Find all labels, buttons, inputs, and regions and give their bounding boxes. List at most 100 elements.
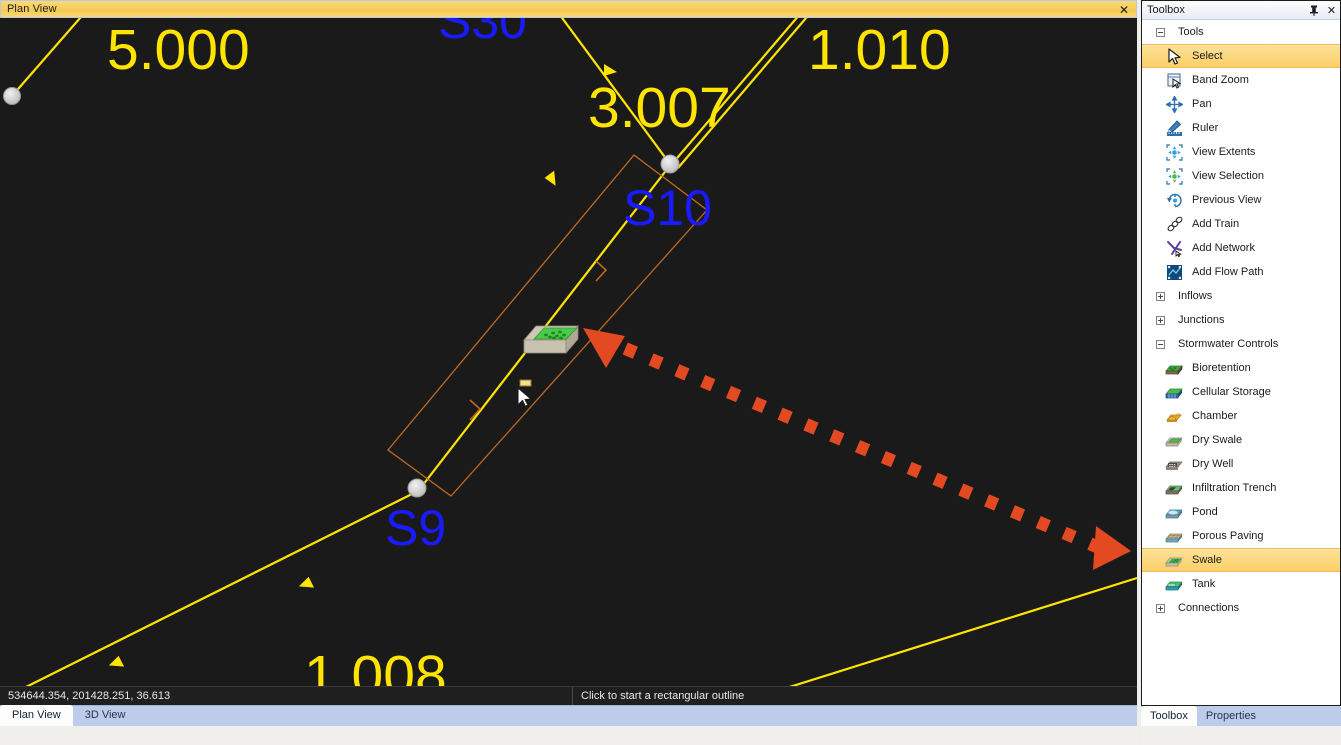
toolbox-tree[interactable]: Tools Select Band Zoom Pan Ruler View Ex… [1142, 20, 1340, 705]
tool-item-view-extents[interactable]: View Extents [1142, 140, 1340, 164]
ruler-icon [1164, 118, 1184, 138]
coordinates-readout: 534644.354, 201428.251, 36.613 [0, 687, 573, 706]
toolbox-panel: Toolbox ✕ Tools Select Band Zoom Pan Rul… [1141, 0, 1341, 706]
flow-direction-arrows [108, 64, 617, 667]
tool-label: Band Zoom [1192, 74, 1249, 86]
tree-group-label: Stormwater Controls [1178, 338, 1279, 350]
toolbox-filler [1141, 726, 1341, 745]
tool-label: Cellular Storage [1192, 386, 1271, 398]
pond-icon [1164, 502, 1184, 522]
chamber-icon [1164, 406, 1184, 426]
close-icon[interactable]: ✕ [1116, 2, 1132, 17]
tool-item-porous-paving[interactable]: Porous Paving [1142, 524, 1340, 548]
tab-properties[interactable]: Properties [1197, 706, 1265, 726]
tool-label: Dry Well [1192, 458, 1234, 470]
toolbox-title: Toolbox [1147, 4, 1185, 16]
dry-well-icon [1164, 454, 1184, 474]
dry-swale-icon [1164, 430, 1184, 450]
add-network-icon [1164, 238, 1184, 258]
collapse-icon[interactable] [1156, 27, 1165, 37]
network-drawing [3, 18, 1137, 686]
add-train-icon [1164, 214, 1184, 234]
tab-plan-view[interactable]: Plan View [0, 705, 73, 726]
tool-item-dry-well[interactable]: Dry Well [1142, 452, 1340, 476]
tool-item-previous-view[interactable]: Previous View [1142, 188, 1340, 212]
tool-item-tank[interactable]: Tank [1142, 572, 1340, 596]
tree-group-tools[interactable]: Tools [1142, 20, 1340, 44]
tool-label: Infiltration Trench [1192, 482, 1277, 494]
bioretention-icon [1164, 358, 1184, 378]
application-window: Plan View ✕ 5.000 S30 1.010 3.007 S10 S9… [0, 0, 1341, 745]
tool-label: Chamber [1192, 410, 1238, 422]
tool-item-ruler[interactable]: Ruler [1142, 116, 1340, 140]
mouse-cursor [517, 379, 532, 408]
infiltration-trench-icon [1164, 478, 1184, 498]
plan-view-title: Plan View [7, 3, 57, 15]
pin-icon[interactable] [1307, 3, 1320, 18]
tree-group-stormwater-controls[interactable]: Stormwater Controls [1142, 332, 1340, 356]
tool-item-add-flow-path[interactable]: Add Flow Path [1142, 260, 1340, 284]
tool-label: Add Network [1192, 242, 1255, 254]
tool-item-swale[interactable]: Swale [1142, 548, 1340, 572]
expand-icon[interactable] [1156, 291, 1165, 301]
collapse-icon[interactable] [1156, 339, 1165, 349]
tree-group-label: Inflows [1178, 290, 1213, 302]
pin-glyph [1309, 5, 1318, 16]
tool-item-pond[interactable]: Pond [1142, 500, 1340, 524]
toolbox-title-bar[interactable]: Toolbox ✕ [1142, 1, 1340, 20]
plan-view-panel: Plan View ✕ 5.000 S30 1.010 3.007 S10 S9… [0, 0, 1137, 745]
swale-icon [1164, 550, 1184, 570]
tool-item-add-train[interactable]: Add Train [1142, 212, 1340, 236]
tool-item-chamber[interactable]: Chamber [1142, 404, 1340, 428]
tool-label: Ruler [1192, 122, 1219, 134]
view-extents-icon [1164, 142, 1184, 162]
pan-icon [1164, 94, 1184, 114]
tool-item-band-zoom[interactable]: Band Zoom [1142, 68, 1340, 92]
tool-label: Previous View [1192, 194, 1262, 206]
tool-label: Dry Swale [1192, 434, 1243, 446]
tool-item-bioretention[interactable]: Bioretention [1142, 356, 1340, 380]
tool-item-pan[interactable]: Pan [1142, 92, 1340, 116]
status-bar: 534644.354, 201428.251, 36.613 Click to … [0, 686, 1137, 706]
tool-item-add-network[interactable]: Add Network [1142, 236, 1340, 260]
status-hint: Click to start a rectangular outline [581, 690, 745, 702]
cursor-arrow-icon [1164, 46, 1184, 66]
tank-icon [1164, 574, 1184, 594]
swale-drag-ghost [523, 324, 579, 355]
tool-label: Swale [1192, 554, 1222, 566]
plan-view-canvas[interactable]: 5.000 S30 1.010 3.007 S10 S9 1.008 [0, 18, 1137, 686]
tool-label: Tank [1192, 578, 1216, 590]
tool-label: Add Train [1192, 218, 1240, 230]
tool-label: View Extents [1192, 146, 1256, 158]
expand-icon[interactable] [1156, 603, 1165, 613]
tree-group-connections[interactable]: Connections [1142, 596, 1340, 620]
add-flow-path-icon [1164, 262, 1184, 282]
tab-toolbox[interactable]: Toolbox [1141, 706, 1197, 726]
junction-nodes [3, 87, 680, 498]
view-tab-strip: Plan View 3D View [0, 705, 1137, 726]
bottom-filler [0, 726, 1137, 745]
tool-label: View Selection [1192, 170, 1264, 182]
tree-group-inflows[interactable]: Inflows [1142, 284, 1340, 308]
tree-group-label: Connections [1178, 602, 1240, 614]
plan-view-title-bar[interactable]: Plan View ✕ [0, 0, 1137, 18]
toolbox-tab-strip: Toolbox Properties [1141, 706, 1341, 726]
tab-3d-view[interactable]: 3D View [73, 705, 138, 726]
view-selection-icon [1164, 166, 1184, 186]
previous-view-icon [1164, 190, 1184, 210]
tool-label: Porous Paving [1192, 530, 1264, 542]
close-icon[interactable]: ✕ [1325, 3, 1338, 18]
tree-group-label: Junctions [1178, 314, 1225, 326]
band-zoom-icon [1164, 70, 1184, 90]
cellular-storage-icon [1164, 382, 1184, 402]
tool-item-dry-swale[interactable]: Dry Swale [1142, 428, 1340, 452]
tree-group-label: Tools [1178, 26, 1204, 38]
tool-item-view-selection[interactable]: View Selection [1142, 164, 1340, 188]
tool-label: Select [1192, 50, 1223, 62]
tool-item-cellular-storage[interactable]: Cellular Storage [1142, 380, 1340, 404]
tool-item-select[interactable]: Select [1142, 44, 1340, 68]
expand-icon[interactable] [1156, 315, 1165, 325]
tool-label: Bioretention [1192, 362, 1251, 374]
tree-group-junctions[interactable]: Junctions [1142, 308, 1340, 332]
tool-item-infiltration-trench[interactable]: Infiltration Trench [1142, 476, 1340, 500]
